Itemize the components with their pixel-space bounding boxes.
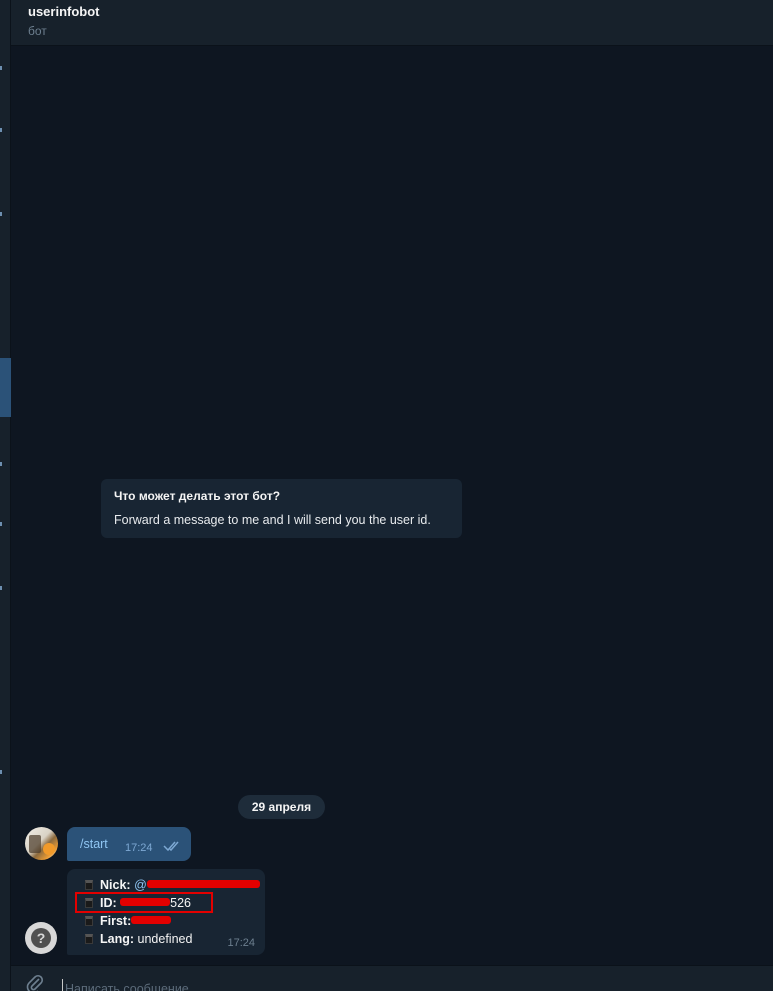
message-area[interactable]: Что может делать этот бот? Forward a mes… [11, 47, 773, 965]
outgoing-message-bubble[interactable]: /start 17:24 [67, 827, 191, 861]
redaction-mark [146, 880, 260, 888]
bot-info-answer: Forward a message to me and I will send … [114, 513, 431, 527]
chat-title[interactable]: userinfobot [28, 4, 100, 19]
bot-info-card: Что может делать этот бот? Forward a mes… [101, 479, 462, 538]
unread-marker [0, 212, 2, 216]
unread-marker [0, 586, 2, 590]
selected-chat-indicator[interactable] [0, 358, 11, 417]
badge-icon [85, 916, 93, 926]
question-mark-icon: ? [31, 928, 51, 948]
command-link[interactable]: /start [80, 837, 108, 851]
message-input[interactable]: Написать сообщение... [65, 982, 199, 991]
badge-icon [85, 880, 93, 890]
user-avatar[interactable] [25, 827, 58, 860]
bot-avatar[interactable]: ? [25, 922, 57, 954]
info-row-lang: Lang: undefined [85, 932, 192, 950]
unread-marker [0, 522, 2, 526]
message-time: 17:24 [227, 937, 255, 949]
unread-marker [0, 462, 2, 466]
chat-list-edge [0, 0, 11, 991]
attach-icon[interactable] [25, 974, 45, 991]
double-check-icon [163, 841, 179, 852]
text-caret [62, 979, 63, 991]
bot-info-question: Что может делать этот бот? [114, 489, 281, 503]
message-time: 17:24 [125, 842, 153, 854]
info-row-first: First: [85, 914, 172, 932]
unread-marker [0, 128, 2, 132]
unread-marker [0, 66, 2, 70]
unread-marker [0, 770, 2, 774]
id-highlight-annotation [75, 892, 213, 913]
message-composer[interactable]: Написать сообщение... [11, 965, 773, 991]
redaction-mark [131, 916, 172, 924]
badge-icon [85, 934, 93, 944]
date-separator: 29 апреля [238, 795, 325, 819]
chat-header[interactable]: userinfobot бот [11, 0, 773, 46]
chat-subtitle: бот [28, 24, 47, 38]
